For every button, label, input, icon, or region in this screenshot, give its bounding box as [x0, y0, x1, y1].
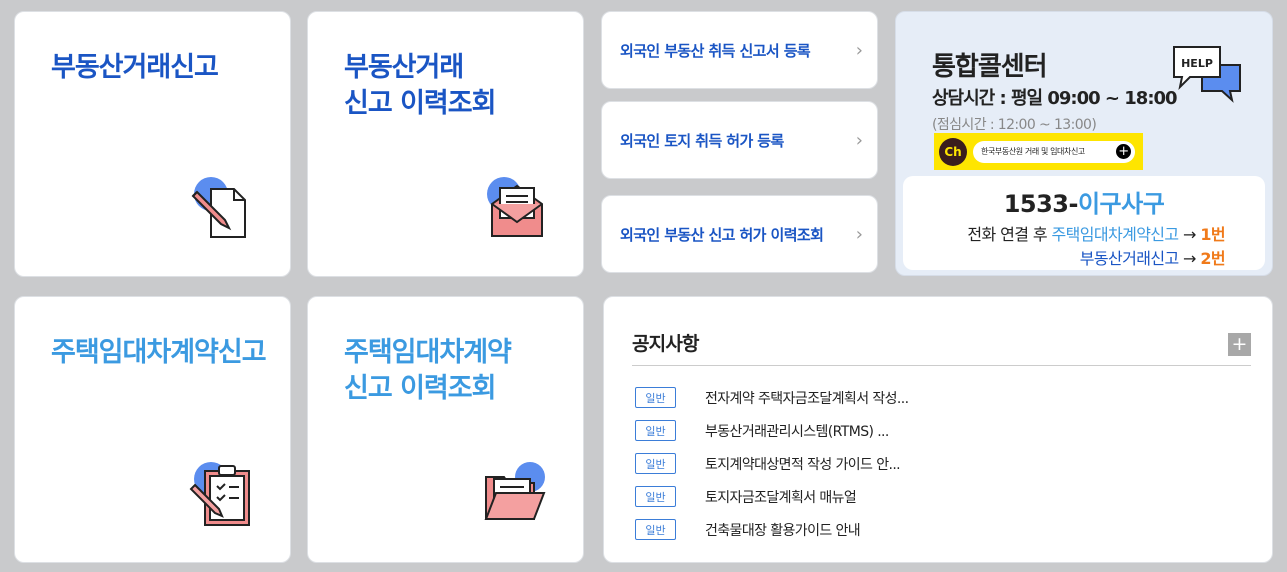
- kakao-channel-icon: Ch: [939, 137, 967, 166]
- tile-lease-report[interactable]: 주택임대차계약신고: [14, 296, 291, 563]
- call-center-panel: 통합콜센터 상담시간 : 평일 09:00 ~ 18:00 (점심시간 : 12…: [895, 11, 1273, 276]
- notice-badge: 일반: [635, 420, 676, 441]
- plus-icon: +: [1116, 144, 1131, 159]
- kakao-channel-text: 한국부동산원 거래 및 임대차신고: [981, 147, 1085, 156]
- document-pen-icon: [189, 174, 259, 244]
- link-foreign-land-permit[interactable]: 외국인 토지 취득 허가 등록 ›: [601, 101, 878, 179]
- link-label: 외국인 부동산 신고 허가 이력조회: [620, 225, 824, 244]
- phone-info-box: 1533-이구사구 전화 연결 후 주택임대차계약신고 → 1번 부동산거래신고…: [903, 176, 1265, 270]
- tile-lease-report-history[interactable]: 주택임대차계약 신고 이력조회: [307, 296, 584, 563]
- notice-item[interactable]: 일반 전자계약 주택자금조달계획서 작성...: [635, 381, 909, 414]
- tile-real-estate-report[interactable]: 부동산거래신고: [14, 11, 291, 277]
- phone-option-1: 전화 연결 후 주택임대차계약신고 → 1번: [967, 221, 1225, 245]
- arrow-right-icon: →: [1178, 225, 1201, 244]
- divider: [632, 365, 1251, 366]
- phone-option-2: 부동산거래신고 → 2번: [1079, 245, 1226, 269]
- phone-option-prefix: 전화 연결 후: [967, 225, 1052, 244]
- notice-panel: 공지사항 + 일반 전자계약 주택자금조달계획서 작성... 일반 부동산거래관…: [603, 296, 1273, 563]
- open-folder-icon: [482, 459, 552, 529]
- call-center-title: 통합콜센터: [932, 52, 1048, 82]
- notice-title: 공지사항: [632, 333, 700, 355]
- call-center-hours: 상담시간 : 평일 09:00 ~ 18:00: [932, 88, 1178, 109]
- chevron-right-icon: ›: [855, 223, 863, 245]
- phone-word: 이구사구: [1077, 190, 1165, 218]
- phone-option-number: 1번: [1200, 225, 1225, 244]
- notice-badge: 일반: [635, 486, 676, 507]
- notice-text: 부동산거래관리시스템(RTMS) ...: [705, 423, 889, 440]
- phone-option-service: 부동산거래신고: [1079, 249, 1179, 268]
- notice-badge: 일반: [635, 519, 676, 540]
- kakao-channel-pill: 한국부동산원 거래 및 임대차신고 +: [973, 140, 1135, 163]
- envelope-letter-icon: [482, 174, 552, 244]
- notice-text: 토지계약대상면적 작성 가이드 안...: [705, 456, 901, 473]
- notice-list: 일반 전자계약 주택자금조달계획서 작성... 일반 부동산거래관리시스템(RT…: [635, 381, 909, 546]
- link-label: 외국인 토지 취득 허가 등록: [620, 131, 784, 150]
- notice-item[interactable]: 일반 토지계약대상면적 작성 가이드 안...: [635, 447, 908, 480]
- chevron-right-icon: ›: [855, 129, 863, 151]
- notice-text: 전자계약 주택자금조달계획서 작성...: [705, 390, 909, 407]
- phone-digits: 1533-: [1003, 190, 1079, 218]
- call-center-lunch: (점심시간 : 12:00 ~ 13:00): [932, 117, 1097, 133]
- tile-title: 부동산거래신고: [51, 52, 219, 83]
- link-foreign-real-estate-acquisition[interactable]: 외국인 부동산 취득 신고서 등록 ›: [601, 11, 878, 89]
- chevron-right-icon: ›: [855, 39, 863, 61]
- tile-title: 부동산거래 신고 이력조회: [344, 52, 496, 119]
- kakao-channel-button[interactable]: Ch 한국부동산원 거래 및 임대차신고 +: [934, 133, 1143, 170]
- tile-title: 주택임대차계약 신고 이력조회: [344, 337, 512, 404]
- arrow-right-icon: →: [1178, 249, 1201, 268]
- phone-option-service: 주택임대차계약신고: [1051, 225, 1179, 244]
- phone-number: 1533-이구사구: [903, 184, 1265, 219]
- link-foreign-permit-history[interactable]: 외국인 부동산 신고 허가 이력조회 ›: [601, 195, 878, 273]
- phone-option-number: 2번: [1200, 249, 1225, 268]
- notice-text: 건축물대장 활용가이드 안내: [705, 522, 861, 539]
- link-label: 외국인 부동산 취득 신고서 등록: [620, 41, 811, 60]
- help-speech-bubble-icon: HELP: [1172, 45, 1244, 103]
- notice-text: 토지자금조달계획서 매뉴얼: [705, 489, 857, 506]
- tile-real-estate-report-history[interactable]: 부동산거래 신고 이력조회: [307, 11, 584, 277]
- help-icon-text: HELP: [1181, 57, 1213, 70]
- notice-badge: 일반: [635, 387, 676, 408]
- notice-item[interactable]: 일반 건축물대장 활용가이드 안내: [635, 513, 908, 546]
- tile-title: 주택임대차계약신고: [51, 337, 267, 368]
- notice-item[interactable]: 일반 토지자금조달계획서 매뉴얼: [635, 480, 908, 513]
- notice-more-button[interactable]: +: [1228, 333, 1251, 356]
- notice-badge: 일반: [635, 453, 676, 474]
- notice-item[interactable]: 일반 부동산거래관리시스템(RTMS) ...: [635, 414, 908, 447]
- clipboard-checklist-icon: [189, 459, 259, 529]
